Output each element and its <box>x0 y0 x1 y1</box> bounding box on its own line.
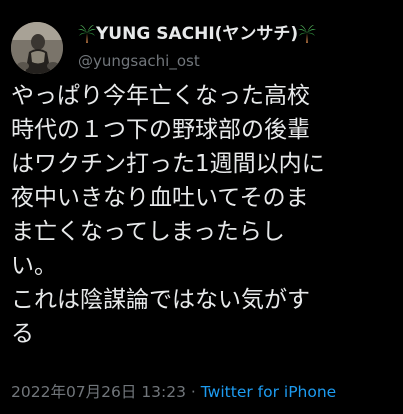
timestamp[interactable]: 2022年07月26日 13:23 <box>11 383 186 401</box>
source-link[interactable]: Twitter for iPhone <box>201 383 336 401</box>
palm-tree-icon <box>298 25 317 43</box>
user-handle[interactable]: @yungsachi_ost <box>78 51 398 71</box>
tweet-card: YUNG SACHI(ヤンサチ) @yungsachi_ost やっぱり今年亡く… <box>0 0 403 414</box>
avatar[interactable] <box>11 22 63 74</box>
tweet-header: YUNG SACHI(ヤンサチ) @yungsachi_ost <box>78 23 398 71</box>
tweet-text: やっぱり今年亡くなった高校 時代の１つ下の野球部の後輩 はワクチン打った1週間以… <box>11 83 325 347</box>
avatar-photo <box>11 22 63 74</box>
meta-separator: · <box>186 383 201 401</box>
tweet-meta: 2022年07月26日 13:23 · Twitter for iPhone <box>11 381 336 403</box>
palm-tree-icon <box>78 25 96 43</box>
display-name: YUNG SACHI(ヤンサチ) <box>96 24 299 44</box>
display-name-row[interactable]: YUNG SACHI(ヤンサチ) <box>78 23 398 45</box>
